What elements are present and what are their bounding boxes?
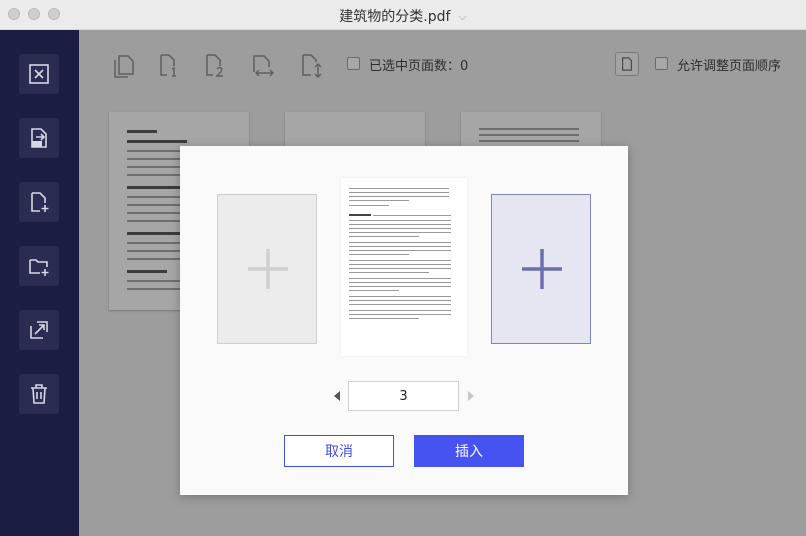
close-box-icon	[29, 64, 49, 84]
toolbar-vertical-button[interactable]	[299, 52, 323, 78]
select-pages-checkbox[interactable]	[347, 57, 360, 70]
sidebar-close-button[interactable]	[19, 54, 59, 94]
delete-icon	[31, 384, 47, 404]
insert-before-slot[interactable]	[217, 194, 317, 344]
title-bar: 建筑物的分类.pdf ⌵	[0, 0, 806, 30]
copy-pages-icon	[114, 55, 134, 78]
insert-button[interactable]: 插入	[414, 435, 524, 467]
insert-after-slot[interactable]	[491, 194, 591, 344]
sidebar	[0, 30, 79, 536]
allow-reorder-label: 允许调整页面顺序	[677, 59, 782, 74]
page-preview	[341, 178, 467, 356]
plus-icon	[248, 249, 288, 289]
replace-page-icon	[30, 321, 48, 339]
sidebar-insert-button[interactable]	[19, 182, 59, 222]
sidebar-delete-button[interactable]	[19, 374, 59, 414]
horizontal-arrange-icon	[253, 55, 274, 77]
allow-reorder-checkbox[interactable]	[655, 57, 668, 70]
extract-page-icon	[31, 128, 47, 148]
cancel-button[interactable]: 取消	[284, 435, 394, 467]
toolbar-page2-button[interactable]	[203, 52, 227, 78]
insert-page-icon	[31, 192, 49, 212]
toolbar-page1-button[interactable]	[157, 52, 181, 78]
toolbar-horizontal-button[interactable]	[251, 52, 275, 78]
vertical-arrange-icon	[302, 54, 322, 78]
sidebar-insert-folder-button[interactable]	[19, 246, 59, 286]
page-2-icon	[206, 54, 223, 77]
page-number-input[interactable]	[348, 381, 459, 411]
previous-page-arrow-icon[interactable]	[334, 391, 340, 401]
insert-from-folder-icon	[29, 259, 49, 276]
plus-icon	[522, 249, 562, 289]
insert-page-dialog: 取消 插入	[180, 146, 628, 495]
toolbar-copy-button[interactable]	[111, 52, 135, 78]
selected-count-label: 已选中页面数：0	[369, 59, 469, 74]
sidebar-replace-button[interactable]	[19, 310, 59, 350]
next-page-arrow-icon[interactable]	[468, 391, 474, 401]
window-title: 建筑物的分类.pdf	[339, 9, 451, 25]
sidebar-extract-button[interactable]	[19, 118, 59, 158]
page-1-icon	[160, 54, 176, 77]
single-page-view-button[interactable]	[615, 52, 639, 76]
page-view-icon	[622, 57, 632, 71]
chevron-down-icon[interactable]: ⌵	[458, 10, 466, 24]
window-title-area[interactable]: 建筑物的分类.pdf ⌵	[0, 6, 806, 26]
